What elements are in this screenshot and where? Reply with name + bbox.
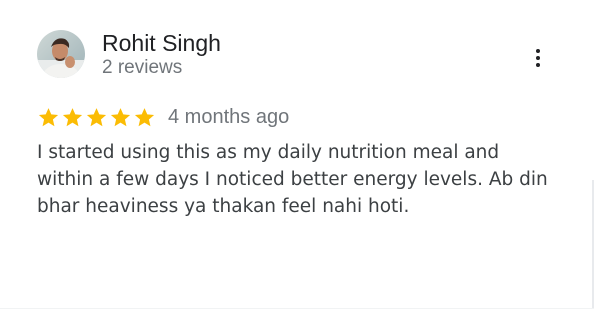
review-text: I started using this as my daily nutriti…	[37, 142, 548, 217]
more-vert-icon-dot	[536, 63, 540, 67]
author-name[interactable]: Rohit Singh	[102, 29, 221, 57]
star-icon	[109, 106, 132, 129]
more-vert-icon-dot	[536, 56, 540, 60]
more-vert-icon	[536, 49, 540, 53]
star-icon	[85, 106, 108, 129]
rating-row: 4 months ago	[37, 103, 289, 131]
review-card: Rohit Singh 2 reviews 4 months ago I sta…	[0, 0, 594, 309]
star-icon	[133, 106, 156, 129]
more-options-button[interactable]	[524, 43, 552, 73]
author-review-count[interactable]: 2 reviews	[102, 56, 182, 80]
star-icon	[61, 106, 84, 129]
star-rating	[37, 106, 156, 129]
avatar[interactable]	[37, 30, 85, 78]
star-icon	[37, 106, 60, 129]
review-date: 4 months ago	[168, 106, 290, 128]
